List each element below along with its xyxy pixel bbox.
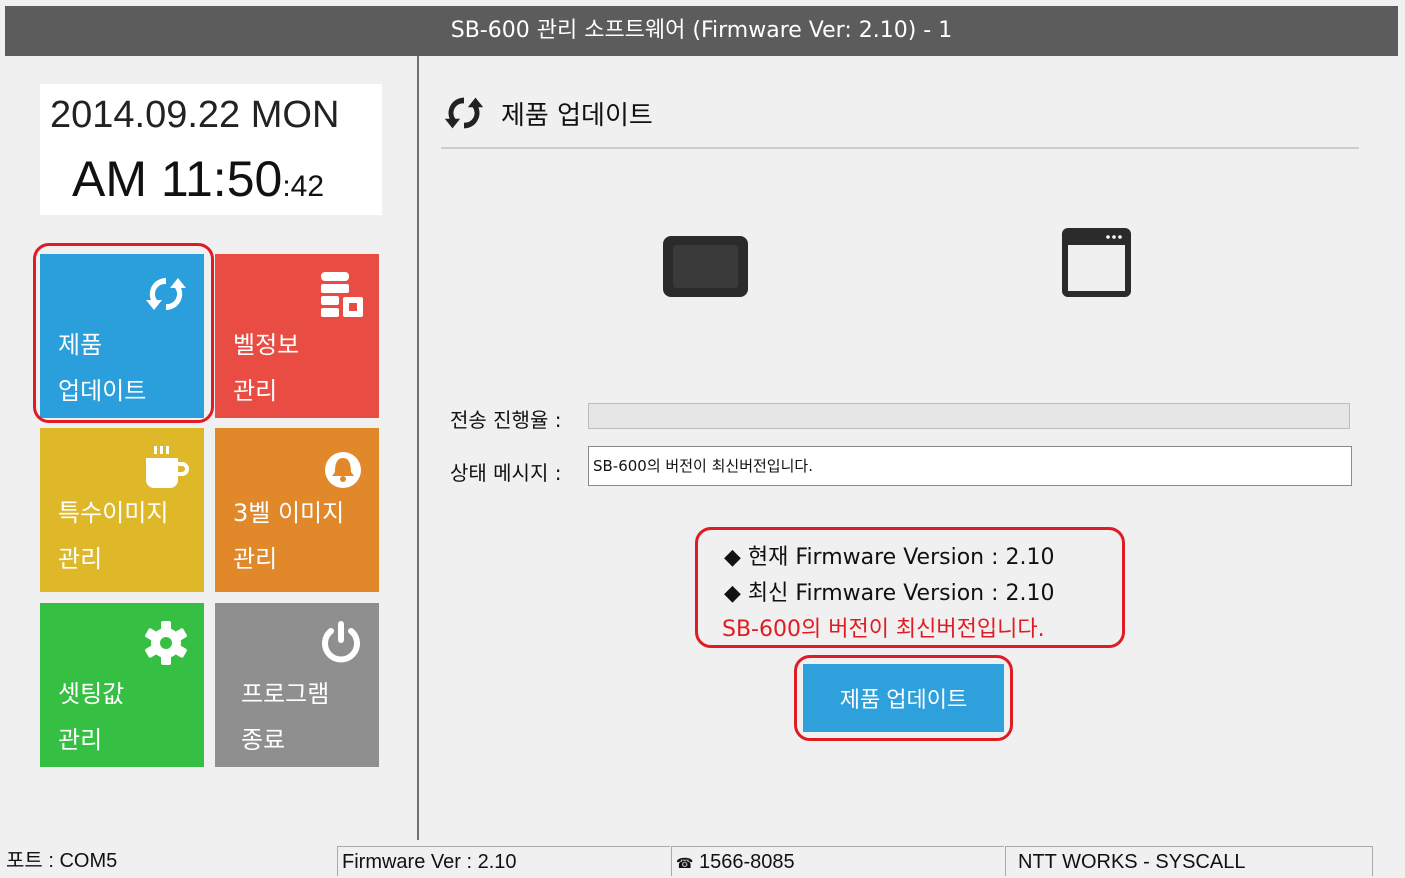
tile-3bell-image[interactable]: 3벨 이미지 관리 — [215, 428, 379, 592]
status-company: NTT WORKS - SYSCALL — [1005, 846, 1373, 876]
tile-label: 특수이미지 관리 — [58, 499, 169, 573]
coffee-cup-icon — [146, 446, 189, 488]
device-icon — [663, 236, 748, 297]
header-divider — [441, 147, 1359, 149]
status-phone-number: 1566-8085 — [699, 851, 795, 873]
clock-time: AM 11:50:42 — [72, 150, 324, 208]
tile-settings[interactable]: 셋팅값 관리 — [40, 603, 204, 767]
tile-exit-program[interactable]: 프로그램 종료 — [215, 603, 379, 767]
tile-label: 3벨 이미지 관리 — [233, 499, 345, 573]
tile-special-image[interactable]: 특수이미지 관리 — [40, 428, 204, 592]
progress-label: 전송 진행율 : — [450, 408, 562, 432]
page-title: 제품 업데이트 — [501, 100, 653, 131]
gear-icon — [145, 621, 187, 665]
status-port: 포트 : COM5 — [6, 850, 118, 872]
phone-icon: ☎ — [676, 855, 694, 871]
section-header: 제품 업데이트 — [441, 88, 653, 138]
clock-seconds: :42 — [282, 170, 325, 203]
status-firmware: Firmware Ver : 2.10 — [337, 846, 670, 876]
highlight-frame-button — [794, 655, 1013, 741]
transfer-progress-bar — [588, 403, 1350, 429]
database-icon — [321, 272, 363, 317]
refresh-icon — [444, 97, 484, 129]
highlight-frame-version — [695, 527, 1125, 648]
tile-label: 프로그램 종료 — [241, 680, 330, 754]
clock-date: 2014.09.22 MON — [50, 94, 340, 136]
status-phone: ☎ 1566-8085 — [671, 846, 1004, 876]
bell-icon — [325, 452, 361, 488]
clock-time-main: AM 11:50 — [72, 151, 283, 207]
status-message-field[interactable]: SB-600의 버전이 최신버전입니다. — [588, 446, 1352, 486]
clock-widget: 2014.09.22 MON AM 11:50:42 — [40, 84, 382, 215]
window-icon — [1062, 228, 1131, 297]
window-title: SB-600 관리 소프트웨어 (Firmware Ver: 2.10) - 1 — [5, 6, 1398, 56]
highlight-frame-tile — [33, 243, 214, 423]
tile-bell-info[interactable]: 벨정보 관리 — [215, 254, 379, 418]
tile-label: 벨정보 관리 — [233, 331, 300, 405]
status-bar: 포트 : COM5 Firmware Ver : 2.10 ☎ 1566-808… — [0, 846, 1405, 876]
tile-label: 셋팅값 관리 — [58, 680, 125, 754]
power-icon — [322, 621, 360, 663]
status-label: 상태 메시지 : — [450, 461, 562, 485]
